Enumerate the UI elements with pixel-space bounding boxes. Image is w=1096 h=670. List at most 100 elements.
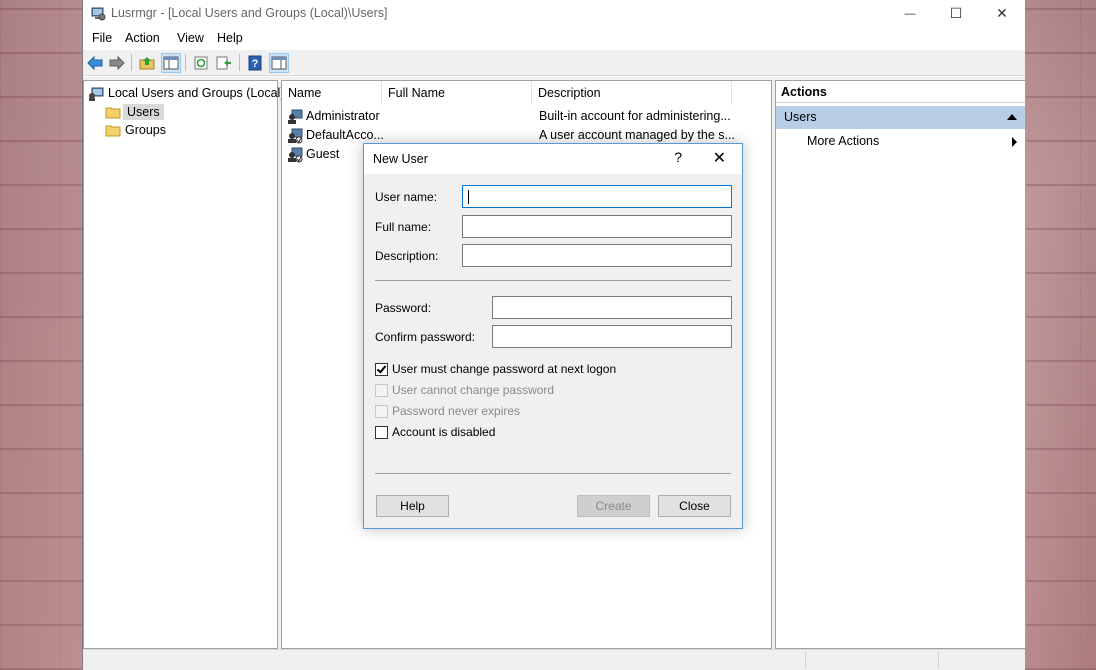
dialog-title-bar[interactable]: New User ? ✕ <box>364 144 742 174</box>
text-caret <box>468 190 469 204</box>
actions-section-users[interactable]: Users <box>776 106 1025 129</box>
checkbox-label: Password never expires <box>392 404 521 418</box>
minimize-button[interactable]: — <box>887 0 933 27</box>
export-list-button[interactable] <box>214 53 234 73</box>
column-header-full-name[interactable]: Full Name <box>382 81 532 105</box>
toolbar-separator <box>185 54 186 71</box>
tree-root-local-users-and-groups[interactable]: Local Users and Groups (Local) <box>88 84 284 102</box>
dialog-divider <box>375 473 731 474</box>
close-window-button[interactable]: ✕ <box>979 0 1025 27</box>
forward-button[interactable] <box>107 53 127 73</box>
user-name-cell: DefaultAcco... <box>306 128 384 142</box>
dialog-help-icon[interactable]: ? <box>674 149 682 165</box>
show-hide-action-pane-button[interactable] <box>269 53 289 73</box>
help-button[interactable]: Help <box>376 495 449 517</box>
must-change-password-checkbox[interactable]: User must change password at next logon <box>375 362 616 376</box>
new-user-dialog: New User ? ✕ User name: Full name: Descr… <box>363 143 743 529</box>
password-never-expires-checkbox[interactable]: Password never expires <box>375 404 520 418</box>
help-icon: ? <box>248 55 262 71</box>
checkbox-label: User cannot change password <box>392 383 555 397</box>
folder-icon <box>105 107 121 118</box>
more-actions-item[interactable]: More Actions <box>807 134 879 148</box>
actions-section-label: Users <box>784 110 817 124</box>
menu-bar: File Action View Help <box>83 28 1025 49</box>
maximize-button[interactable]: ☐ <box>933 0 979 27</box>
maximize-icon: ☐ <box>949 5 963 21</box>
back-arrow-icon <box>87 56 103 70</box>
show-hide-action-pane-icon <box>271 56 287 70</box>
actions-pane: Actions Users More Actions <box>775 80 1026 649</box>
user-name-cell: Administrator <box>306 109 380 123</box>
refresh-icon <box>194 56 208 70</box>
toolbar: ? <box>83 50 1025 76</box>
confirm-password-label: Confirm password: <box>375 330 476 344</box>
status-separator <box>805 652 806 669</box>
status-separator <box>938 652 939 669</box>
user-name-input[interactable] <box>462 185 732 208</box>
description-input[interactable] <box>462 244 732 267</box>
local-users-groups-icon <box>89 87 104 101</box>
menu-help[interactable]: Help <box>217 31 243 45</box>
password-label: Password: <box>375 301 432 315</box>
console-tree: Local Users and Groups (Local) Users Gro… <box>83 80 284 649</box>
export-list-icon <box>216 56 231 70</box>
user-description-cell: Built-in account for administering... <box>539 109 731 123</box>
computer-management-icon <box>91 7 106 21</box>
tree-item-groups[interactable]: Groups <box>105 121 166 139</box>
dialog-close-icon[interactable]: ✕ <box>713 148 726 168</box>
password-input[interactable] <box>492 296 732 319</box>
disabled-user-icon <box>288 147 303 163</box>
tree-item-label: Groups <box>125 123 166 137</box>
menu-view[interactable]: View <box>177 31 204 45</box>
create-button[interactable]: Create <box>577 495 650 517</box>
tree-item-label: Users <box>123 104 164 120</box>
toolbar-separator <box>239 54 240 71</box>
submenu-arrow-icon <box>1012 137 1017 147</box>
checkbox-label: User must change password at next logon <box>392 362 617 376</box>
user-icon <box>288 109 303 124</box>
actions-pane-title: Actions <box>776 81 1025 103</box>
description-label: Description: <box>375 249 439 263</box>
window-title: Lusrmgr - [Local Users and Groups (Local… <box>111 6 388 20</box>
show-hide-tree-button[interactable] <box>161 53 181 73</box>
full-name-input[interactable] <box>462 215 732 238</box>
wallpaper-shade-right <box>1024 0 1096 670</box>
account-disabled-checkbox[interactable]: Account is disabled <box>375 425 495 439</box>
full-name-label: Full name: <box>375 220 432 234</box>
back-button[interactable] <box>85 53 105 73</box>
menu-action[interactable]: Action <box>125 31 160 45</box>
title-bar[interactable]: Lusrmgr - [Local Users and Groups (Local… <box>83 0 1025 27</box>
close-icon: ✕ <box>996 5 1008 21</box>
tree-root-label: Local Users and Groups (Local) <box>108 86 285 100</box>
forward-arrow-icon <box>109 56 125 70</box>
cannot-change-password-checkbox[interactable]: User cannot change password <box>375 383 554 397</box>
show-hide-tree-icon <box>163 56 179 70</box>
column-header-name[interactable]: Name <box>282 81 382 105</box>
checkbox-box <box>375 383 388 397</box>
checkbox-box <box>375 362 388 376</box>
help-toolbar-button[interactable]: ? <box>245 53 265 73</box>
up-one-level-button[interactable] <box>137 53 157 73</box>
checkbox-box <box>375 404 388 418</box>
checkbox-box <box>375 425 388 439</box>
toolbar-separator <box>131 54 132 71</box>
dialog-title: New User <box>373 152 428 166</box>
svg-text:?: ? <box>252 58 259 70</box>
user-description-cell: A user account managed by the s... <box>539 128 734 142</box>
minimize-icon: — <box>904 7 916 20</box>
wallpaper-shade-left <box>0 0 82 670</box>
checkmark-icon <box>376 362 387 374</box>
tree-item-users[interactable]: Users <box>105 103 164 121</box>
column-header-description[interactable]: Description <box>532 81 732 105</box>
refresh-button[interactable] <box>191 53 211 73</box>
confirm-password-input[interactable] <box>492 325 732 348</box>
collapse-up-icon <box>1007 114 1017 120</box>
folder-icon <box>105 125 121 136</box>
checkbox-label: Account is disabled <box>392 425 496 439</box>
dialog-divider <box>375 280 731 281</box>
menu-file[interactable]: File <box>92 31 112 45</box>
close-button[interactable]: Close <box>658 495 731 517</box>
up-folder-icon <box>139 57 155 70</box>
user-name-label: User name: <box>375 190 438 204</box>
table-row[interactable]: Administrator Built-in account for admin… <box>282 108 771 126</box>
